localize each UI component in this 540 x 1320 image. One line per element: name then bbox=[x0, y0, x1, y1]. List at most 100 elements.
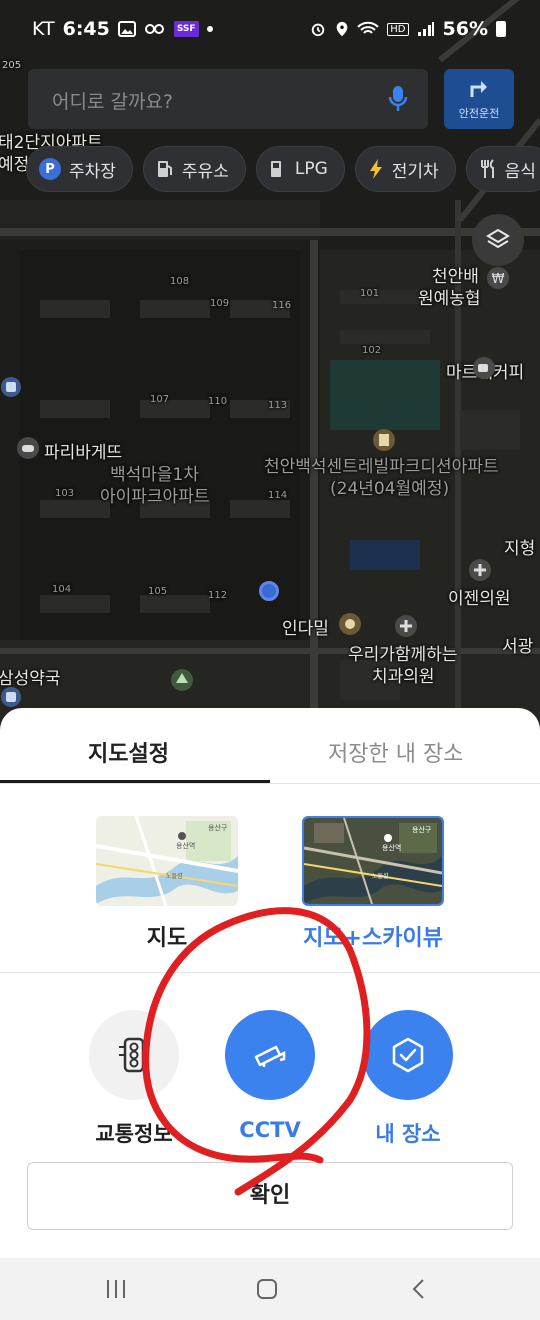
chip-label: 음식 bbox=[504, 161, 536, 182]
map-label: 105 bbox=[148, 586, 168, 597]
ssf-app-icon: SSF bbox=[173, 21, 199, 37]
home-icon[interactable] bbox=[256, 1278, 278, 1300]
map-label: 서광 bbox=[502, 637, 534, 657]
bank-poi-icon[interactable]: ₩ bbox=[486, 266, 510, 290]
map-label: 110 bbox=[208, 396, 228, 407]
map-label: 104 bbox=[52, 584, 72, 595]
map-layers-button[interactable] bbox=[472, 214, 524, 266]
thumb-label: 용산구 bbox=[412, 825, 432, 834]
map-label: 원예농협 bbox=[418, 289, 481, 309]
chip-label: 주유소 bbox=[181, 161, 229, 182]
bus-stop-icon[interactable] bbox=[0, 686, 22, 708]
fork-knife-icon bbox=[480, 159, 494, 178]
search-input[interactable]: 어디로 갈까요? bbox=[28, 69, 428, 129]
hospital-poi-icon[interactable] bbox=[468, 558, 492, 582]
layers-icon bbox=[486, 228, 510, 249]
cctv-toggle[interactable]: CCTV bbox=[205, 1010, 335, 1142]
status-bar: KT 6:45 SSF HD 56% bbox=[0, 0, 540, 60]
chip-food[interactable]: 음식 bbox=[465, 146, 540, 192]
normal-map-thumbnail: 용산역 용산구 노들섬 bbox=[96, 816, 238, 906]
active-tab-indicator bbox=[0, 780, 270, 783]
skyview-map-thumbnail: 용산역 용산구 노들섬 bbox=[302, 816, 444, 906]
wifi-icon bbox=[357, 21, 379, 34]
cctv-label: CCTV bbox=[239, 1118, 301, 1142]
my-places-toggle-circle bbox=[363, 1010, 453, 1100]
traffic-label: 교통정보 bbox=[95, 1122, 173, 1146]
map-label: 109 bbox=[210, 298, 230, 309]
time-label: 6:45 bbox=[62, 18, 110, 40]
tab-map-settings[interactable]: 지도설정 bbox=[88, 736, 169, 768]
map-label: 이젠의원 bbox=[448, 589, 511, 609]
cctv-toggle-circle bbox=[225, 1010, 315, 1100]
app-notification-icon bbox=[144, 24, 164, 34]
apartment-poi-icon[interactable] bbox=[372, 428, 396, 452]
svg-text:₩: ₩ bbox=[492, 272, 505, 287]
recent-apps-icon[interactable] bbox=[104, 1278, 128, 1300]
location-icon bbox=[336, 21, 348, 37]
safe-driving-button[interactable]: 안전운전 bbox=[444, 69, 514, 129]
chip-gas-station[interactable]: 주유소 bbox=[142, 146, 246, 192]
parking-icon: P bbox=[39, 158, 61, 180]
map-label: 102 bbox=[362, 345, 382, 356]
category-chips: P 주차장 주유소 LPG 전기차 음식 bbox=[26, 146, 540, 192]
map-label: (24년04월예정) bbox=[330, 479, 450, 499]
chip-label: 주차장 bbox=[69, 161, 116, 182]
sheet-tabs: 지도설정 저장한 내 장소 bbox=[0, 708, 540, 784]
gallery-icon bbox=[117, 21, 136, 37]
battery-icon bbox=[496, 21, 506, 37]
traffic-toggle-circle bbox=[89, 1010, 179, 1100]
bus-stop-icon[interactable] bbox=[0, 376, 22, 398]
chip-lpg[interactable]: LPG bbox=[255, 146, 345, 192]
current-location-marker bbox=[259, 581, 279, 601]
map-label: 116 bbox=[272, 300, 292, 311]
map-label: 예정 bbox=[0, 155, 30, 175]
chip-label: 전기차 bbox=[391, 161, 439, 182]
thumb-label: 용산역 bbox=[382, 843, 401, 852]
shield-check-icon bbox=[392, 1037, 424, 1073]
restaurant-poi-icon[interactable] bbox=[338, 612, 362, 636]
system-navigation-bar bbox=[0, 1258, 540, 1320]
map-type-skyview[interactable]: 용산역 용산구 노들섬 지도+스카이뷰 bbox=[300, 816, 446, 952]
thumb-label: 용산역 bbox=[176, 841, 195, 850]
tab-saved-places[interactable]: 저장한 내 장소 bbox=[328, 736, 463, 768]
map-label: 113 bbox=[268, 400, 288, 411]
my-places-toggle[interactable]: 내 장소 bbox=[343, 1010, 473, 1148]
cctv-camera-icon bbox=[254, 1045, 286, 1067]
map-label: 101 bbox=[360, 288, 380, 299]
map-label: 108 bbox=[170, 276, 190, 287]
safe-driving-label: 안전운전 bbox=[458, 107, 500, 120]
chip-label: LPG bbox=[294, 159, 328, 179]
carrier-label: KT bbox=[32, 18, 55, 40]
chip-ev[interactable]: 전기차 bbox=[354, 146, 456, 192]
alarm-icon bbox=[312, 23, 325, 37]
map-type-skyview-label: 지도+스카이뷰 bbox=[303, 926, 443, 951]
map-settings-sheet: 지도설정 저장한 내 장소 용산역 용산구 노들섬 지도 용산역 용산구 노들섬… bbox=[0, 708, 540, 1258]
lightning-icon bbox=[369, 159, 382, 179]
map-label: 112 bbox=[208, 590, 228, 601]
chip-parking[interactable]: P 주차장 bbox=[26, 146, 133, 192]
confirm-button[interactable]: 확인 bbox=[27, 1162, 513, 1230]
microphone-icon[interactable] bbox=[388, 85, 408, 113]
traffic-toggle[interactable]: 교통정보 bbox=[69, 1010, 199, 1148]
map-type-normal-label: 지도 bbox=[146, 926, 188, 951]
map-label: 107 bbox=[150, 394, 170, 405]
thumb-label: 용산구 bbox=[208, 823, 228, 832]
map-label: 치과의원 bbox=[372, 667, 435, 687]
map-label: 아이파크아파트 bbox=[100, 487, 210, 507]
cafe-poi-icon[interactable] bbox=[472, 356, 496, 380]
thumb-label: 노들섬 bbox=[372, 872, 389, 880]
turn-right-arrow-icon bbox=[470, 81, 487, 97]
park-poi-icon[interactable] bbox=[170, 668, 194, 692]
dental-poi-icon[interactable] bbox=[394, 614, 418, 638]
map-label: 인다밀 bbox=[282, 619, 329, 639]
section-divider bbox=[0, 972, 540, 973]
map-type-normal[interactable]: 용산역 용산구 노들섬 지도 bbox=[94, 816, 240, 952]
bakery-poi-icon[interactable] bbox=[16, 436, 40, 460]
map-label: 103 bbox=[55, 488, 75, 499]
my-places-label: 내 장소 bbox=[375, 1122, 441, 1146]
back-icon[interactable] bbox=[410, 1278, 428, 1300]
hd-voice-badge: HD bbox=[387, 22, 409, 36]
map-label: 114 bbox=[268, 490, 288, 501]
lpg-icon bbox=[270, 161, 281, 177]
thumb-label: 노들섬 bbox=[166, 872, 183, 880]
